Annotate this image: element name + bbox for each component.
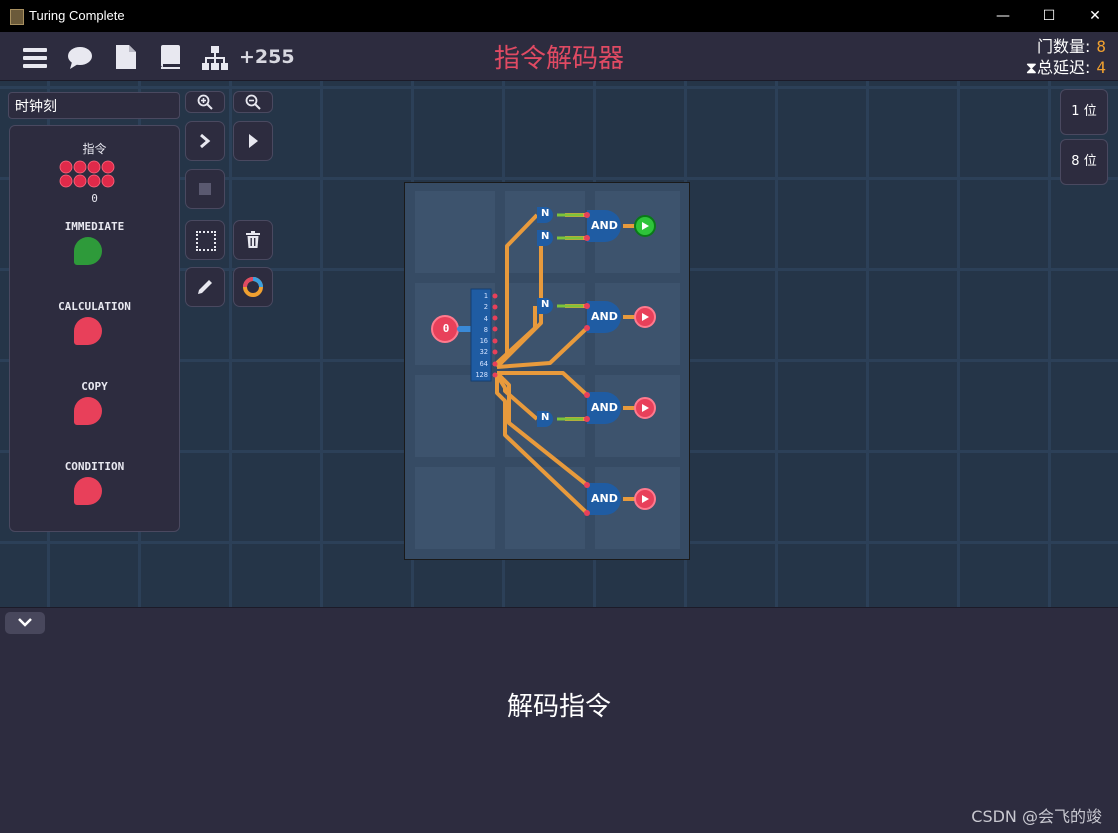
zoom-out-button[interactable] bbox=[233, 91, 273, 113]
gate-count-label: 门数量: bbox=[1036, 37, 1091, 56]
pencil-icon bbox=[198, 280, 212, 294]
maximize-button[interactable]: ☐ bbox=[1026, 0, 1072, 32]
bit-label: 128 bbox=[475, 371, 488, 380]
chevron-right-icon bbox=[200, 133, 211, 149]
output-label-condition: CONDITION bbox=[64, 460, 125, 473]
trash-icon bbox=[246, 231, 260, 248]
not-gate-label: N bbox=[541, 231, 550, 242]
level-description: 解码指令 bbox=[506, 692, 611, 722]
play-icon bbox=[249, 134, 258, 148]
output-pin-calculation bbox=[74, 317, 102, 345]
and-gate-label: AND bbox=[591, 219, 618, 232]
chevron-down-icon bbox=[18, 618, 32, 627]
not-gate-label: N bbox=[541, 299, 550, 310]
not-gate-label: N bbox=[541, 412, 550, 423]
and-gate-label: AND bbox=[591, 492, 618, 505]
not-gate-label: N bbox=[541, 208, 550, 219]
stop-button[interactable] bbox=[185, 169, 225, 209]
zoom-in-button[interactable] bbox=[185, 91, 225, 113]
app-icon bbox=[10, 9, 24, 25]
eight-bit-button[interactable]: 8 位 bbox=[1060, 139, 1108, 185]
delay-value: 4 bbox=[1096, 58, 1106, 77]
output-label-calculation: CALCULATION bbox=[58, 300, 131, 313]
zoom-in-icon bbox=[197, 94, 213, 110]
output-label-copy: COPY bbox=[81, 380, 108, 393]
io-panel: 指令 0 IMMEDIATE CALCULATION COPY CONDITIO… bbox=[9, 125, 180, 532]
output-label-immediate: IMMEDIATE bbox=[64, 220, 125, 233]
input-value: 0 bbox=[91, 192, 98, 205]
window-title: Turing Complete bbox=[29, 8, 125, 23]
selection-icon bbox=[196, 231, 216, 251]
stop-icon bbox=[199, 183, 211, 195]
gate-count-value: 8 bbox=[1096, 37, 1106, 56]
collapse-panel-button[interactable] bbox=[5, 612, 45, 634]
bit-label: 4 bbox=[483, 314, 488, 323]
close-button[interactable]: ✕ bbox=[1072, 0, 1118, 32]
mode-dropdown[interactable]: 时钟刻 – bbox=[8, 92, 180, 119]
run-button[interactable] bbox=[233, 121, 273, 161]
bit-label: 1 bbox=[483, 292, 488, 300]
stats-panel: 门数量: 8 ⧗总延迟: 4 bbox=[1026, 36, 1106, 78]
output-pin-condition bbox=[74, 477, 102, 505]
delete-button[interactable] bbox=[233, 220, 273, 260]
bit-label: 8 bbox=[483, 325, 488, 334]
and-gate-label: AND bbox=[591, 310, 618, 323]
and-gate-label: AND bbox=[591, 401, 618, 414]
color-wheel-icon bbox=[243, 277, 263, 297]
level-title: 指令解码器 bbox=[493, 44, 624, 74]
output-pin-copy bbox=[74, 397, 102, 425]
one-bit-button[interactable]: 1 位 bbox=[1060, 89, 1108, 135]
collapse-toggle[interactable]: – bbox=[15, 94, 173, 113]
splitter-labels: 1 2 4 8 16 32 64 128 bbox=[472, 291, 488, 381]
input-bits-icon bbox=[59, 160, 115, 188]
minimize-button[interactable]: — bbox=[980, 0, 1026, 32]
input-label: 指令 bbox=[82, 142, 107, 156]
title-bar: Turing Complete — ☐ ✕ bbox=[0, 0, 1118, 32]
bit-label: 2 bbox=[483, 303, 488, 312]
draw-button[interactable] bbox=[185, 267, 225, 307]
circuit-board[interactable]: 0 1 2 4 8 16 32 64 128 N N N N AND AND A… bbox=[404, 182, 690, 560]
bit-label: 16 bbox=[479, 337, 488, 346]
bit-label: 32 bbox=[479, 348, 488, 357]
hourglass-icon: ⧗ bbox=[1025, 58, 1037, 77]
delay-label: 总延迟: bbox=[1036, 58, 1091, 77]
bit-label: 64 bbox=[479, 359, 488, 368]
watermark: CSDN @会飞的竣 bbox=[971, 807, 1102, 826]
zoom-out-icon bbox=[245, 94, 261, 110]
step-button[interactable] bbox=[185, 121, 225, 161]
color-button[interactable] bbox=[233, 267, 273, 307]
circuit-input-value: 0 bbox=[442, 322, 450, 335]
output-pin-immediate bbox=[74, 237, 102, 265]
select-button[interactable] bbox=[185, 220, 225, 260]
